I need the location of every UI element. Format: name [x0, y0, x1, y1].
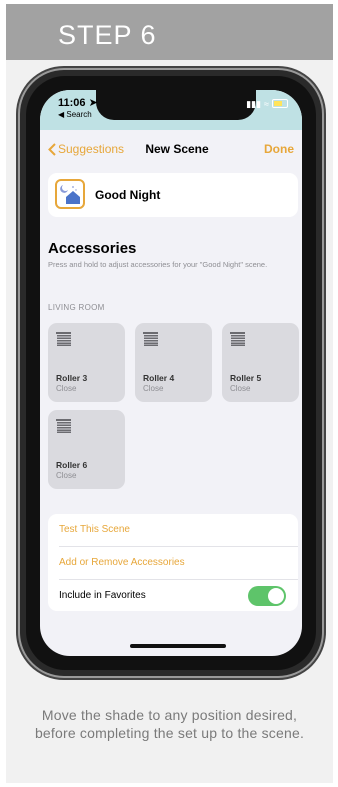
- blinds-icon: [143, 332, 158, 346]
- status-bar: 11:06 ➤ ◀ Search ▮▮▮ ≈: [40, 90, 302, 130]
- moon-house-icon[interactable]: [55, 179, 85, 209]
- accessory-state: Close: [143, 384, 164, 393]
- phone-frame: 11:06 ➤ ◀ Search ▮▮▮ ≈ Suggestions New S…: [20, 70, 322, 676]
- home-indicator: [130, 644, 226, 648]
- accessory-state: Close: [56, 384, 77, 393]
- done-button[interactable]: Done: [264, 142, 294, 156]
- scene-name[interactable]: Good Night: [95, 188, 160, 202]
- toggle-knob: [268, 588, 284, 604]
- scene-actions-list: Test This Scene Add or Remove Accessorie…: [48, 514, 298, 611]
- page-title: New Scene: [145, 142, 209, 156]
- instruction-caption: Move the shade to any position desired, …: [34, 707, 305, 741]
- add-remove-accessories-button[interactable]: Add or Remove Accessories: [48, 547, 298, 579]
- step-header: STEP 6: [6, 4, 333, 60]
- status-icons: ▮▮▮ ≈: [246, 99, 288, 110]
- notch: [96, 90, 256, 120]
- accessory-name: Roller 4: [143, 373, 175, 383]
- scene-name-card[interactable]: Good Night: [48, 173, 298, 217]
- phone-screen: 11:06 ➤ ◀ Search ▮▮▮ ≈ Suggestions New S…: [40, 90, 302, 656]
- wifi-icon: ≈: [264, 99, 269, 109]
- signal-icon: ▮▮▮: [246, 99, 262, 109]
- accessory-tile-roller-4[interactable]: Roller 4 Close: [135, 323, 212, 402]
- test-scene-button[interactable]: Test This Scene: [48, 514, 298, 546]
- accessory-state: Close: [56, 471, 77, 480]
- blinds-icon: [56, 419, 71, 433]
- accessory-name: Roller 5: [230, 373, 262, 383]
- battery-icon: [272, 99, 288, 108]
- back-to-app-link[interactable]: ◀ Search: [58, 110, 92, 119]
- accessories-heading: Accessories: [48, 240, 137, 257]
- accessory-name: Roller 6: [56, 460, 88, 470]
- accessory-tile-roller-6[interactable]: Roller 6 Close: [48, 410, 125, 489]
- blinds-icon: [230, 332, 245, 346]
- instruction-card: STEP 6 11:06 ➤ ◀ Search ▮▮▮ ≈ Suggestion…: [6, 4, 333, 783]
- favorites-label: Include in Favorites: [59, 590, 146, 601]
- room-label: LIVING ROOM: [48, 303, 105, 312]
- status-time: 11:06 ➤: [58, 97, 98, 109]
- accessory-state: Close: [230, 384, 251, 393]
- favorites-toggle[interactable]: [248, 586, 286, 606]
- accessory-tile-roller-5[interactable]: Roller 5 Close: [222, 323, 299, 402]
- accessory-name: Roller 3: [56, 373, 88, 383]
- accessories-description: Press and hold to adjust accessories for…: [48, 260, 268, 269]
- blinds-icon: [56, 332, 71, 346]
- navigation-bar: Suggestions New Scene Done: [40, 130, 302, 170]
- favorites-row: Include in Favorites: [48, 580, 298, 611]
- accessory-tile-roller-3[interactable]: Roller 3 Close: [48, 323, 125, 402]
- phone-bezel: 11:06 ➤ ◀ Search ▮▮▮ ≈ Suggestions New S…: [26, 76, 316, 670]
